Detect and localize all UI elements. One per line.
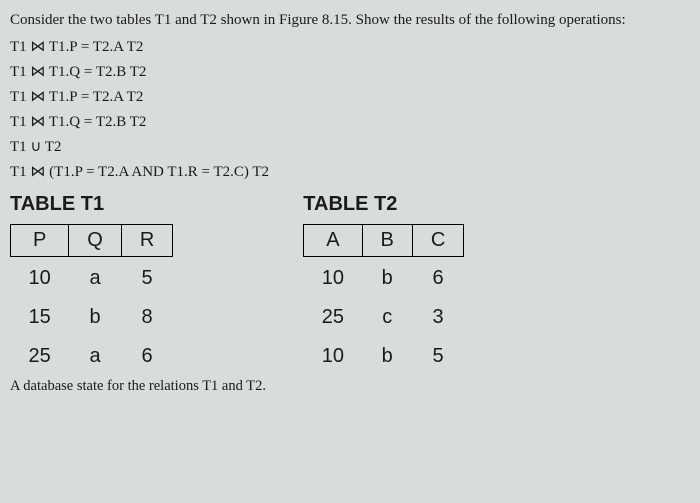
t1-cell: b: [69, 296, 122, 335]
t2-cell: 10: [304, 257, 362, 297]
t1-cell: 10: [11, 257, 69, 297]
table-t2: A B C 10 b 6 25 c 3 10 b 5: [303, 224, 464, 374]
t1-cell: 25: [11, 335, 69, 374]
table-t1-header-row: P Q R: [11, 225, 173, 257]
t1-header-r: R: [121, 225, 172, 257]
t1-cell: 5: [121, 257, 172, 297]
operation-3: T1 ⋈ T1.P = T2.A T2: [10, 87, 690, 106]
table-t1: P Q R 10 a 5 15 b 8 25 a 6: [10, 224, 173, 374]
figure-caption: A database state for the relations T1 an…: [10, 378, 690, 395]
operation-6: T1 ⋈ (T1.P = T2.A AND T1.R = T2.C) T2: [10, 162, 690, 181]
operation-2: T1 ⋈ T1.Q = T2.B T2: [10, 62, 690, 81]
t2-cell: b: [362, 257, 412, 297]
operation-4: T1 ⋈ T1.Q = T2.B T2: [10, 112, 690, 131]
table-t2-title: TABLE T2: [303, 193, 464, 216]
table-row: 10 b 5: [304, 335, 464, 374]
table-row: 10 b 6: [304, 257, 464, 297]
t1-header-p: P: [11, 225, 69, 257]
t2-cell: 10: [304, 335, 362, 374]
table-row: 25 a 6: [11, 335, 173, 374]
t2-cell: 3: [412, 296, 463, 335]
operation-1: T1 ⋈ T1.P = T2.A T2: [10, 37, 690, 56]
t1-cell: a: [69, 257, 122, 297]
t2-cell: b: [362, 335, 412, 374]
t1-header-q: Q: [69, 225, 122, 257]
table-t2-block: TABLE T2 A B C 10 b 6 25 c 3 10 b 5: [303, 187, 464, 374]
t2-cell: c: [362, 296, 412, 335]
t2-cell: 25: [304, 296, 362, 335]
table-t1-block: TABLE T1 P Q R 10 a 5 15 b 8 25 a 6: [10, 187, 173, 374]
table-t1-title: TABLE T1: [10, 193, 173, 216]
t2-cell: 5: [412, 335, 463, 374]
t2-header-a: A: [304, 225, 362, 257]
t1-cell: 15: [11, 296, 69, 335]
problem-intro: Consider the two tables T1 and T2 shown …: [10, 12, 690, 29]
t2-header-b: B: [362, 225, 412, 257]
table-t2-header-row: A B C: [304, 225, 464, 257]
t2-cell: 6: [412, 257, 463, 297]
t1-cell: 6: [121, 335, 172, 374]
t2-header-c: C: [412, 225, 463, 257]
t1-cell: 8: [121, 296, 172, 335]
table-row: 15 b 8: [11, 296, 173, 335]
table-row: 25 c 3: [304, 296, 464, 335]
operation-5: T1 ∪ T2: [10, 137, 690, 156]
t1-cell: a: [69, 335, 122, 374]
table-row: 10 a 5: [11, 257, 173, 297]
